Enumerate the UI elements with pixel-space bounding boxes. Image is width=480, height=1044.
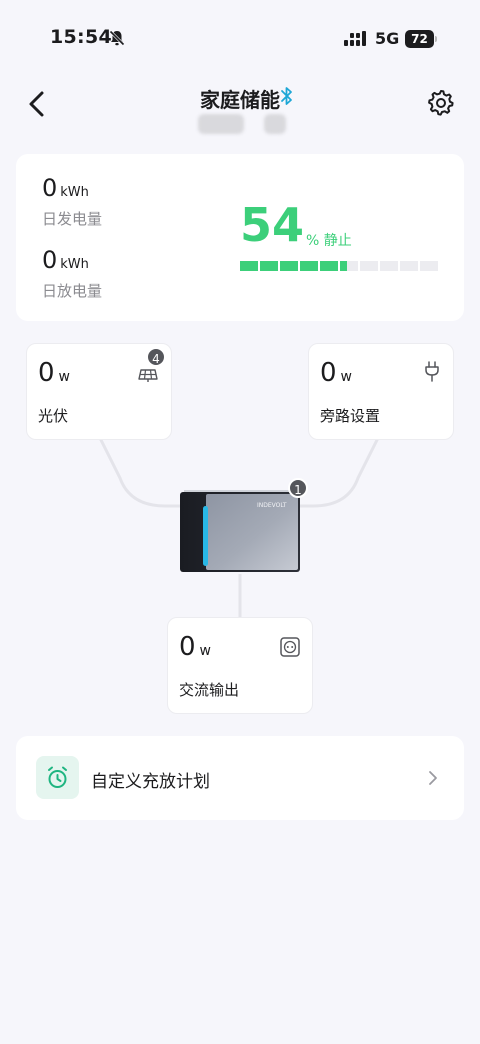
soc-bar-segment	[240, 261, 258, 271]
socket-icon	[280, 637, 300, 657]
pv-count-badge: 4	[146, 347, 166, 367]
battery-icon: 72	[405, 30, 437, 48]
soc-bar-segment	[420, 261, 438, 271]
daily-discharge-label: 日放电量	[42, 282, 103, 300]
page-title: 家庭储能	[200, 88, 280, 112]
battery-soc-bar	[240, 261, 438, 271]
battery-level: 72	[405, 30, 434, 48]
battery-soc-value: 54	[240, 198, 305, 252]
ac-output-power-unit: w	[199, 643, 211, 659]
device-serial-redacted	[198, 114, 288, 134]
settings-gear-icon[interactable]	[426, 88, 456, 118]
bell-muted-icon	[108, 29, 126, 47]
daily-discharge-value: 0 kWh	[42, 246, 89, 274]
bypass-power-value: 0w	[320, 358, 352, 388]
pv-power-unit: w	[58, 369, 70, 385]
bypass-label: 旁路设置	[320, 407, 381, 425]
schedule-label: 自定义充放计划	[91, 772, 210, 792]
ac-output-node[interactable]: 0w 交流输出	[167, 617, 313, 714]
status-bar: 15:54 5G 72	[0, 0, 480, 78]
daily-generation-label: 日发电量	[42, 210, 103, 228]
soc-bar-segment	[300, 261, 318, 271]
soc-bar-segment	[260, 261, 278, 271]
chevron-right-icon	[429, 771, 437, 785]
custom-schedule-row[interactable]: 自定义充放计划	[16, 736, 464, 820]
soc-bar-segment	[400, 261, 418, 271]
soc-bar-segment	[320, 261, 338, 271]
soc-bar-segment	[280, 261, 298, 271]
ac-output-power-value: 0w	[179, 632, 211, 662]
pv-power-value: 0w	[38, 358, 70, 388]
daily-generation-unit: kWh	[60, 185, 89, 200]
battery-soc-status: % 静止	[306, 233, 352, 249]
bluetooth-icon	[281, 87, 292, 105]
status-time: 15:54	[50, 26, 112, 48]
signal-icon	[344, 31, 366, 46]
storage-device-image[interactable]: INDEVOLT 1	[178, 478, 308, 574]
daily-discharge-unit: kWh	[60, 257, 89, 272]
bypass-node[interactable]: 0w 旁路设置	[308, 343, 454, 440]
pv-node[interactable]: 0w 光伏 4	[26, 343, 172, 440]
alarm-clock-icon	[36, 756, 79, 799]
bypass-power-unit: w	[340, 369, 352, 385]
plug-icon	[425, 361, 439, 382]
device-count-badge: 1	[288, 478, 308, 498]
soc-bar-segment	[360, 261, 378, 271]
soc-bar-segment	[340, 261, 358, 271]
daily-generation-value: 0 kWh	[42, 174, 89, 202]
soc-bar-segment	[380, 261, 398, 271]
device-brand-text: INDEVOLT	[257, 502, 287, 509]
pv-label: 光伏	[38, 407, 69, 425]
network-label: 5G	[375, 29, 400, 48]
energy-summary-card: 0 kWh 日发电量 0 kWh 日放电量 54 % 静止	[16, 154, 464, 321]
ac-output-label: 交流输出	[179, 681, 240, 699]
